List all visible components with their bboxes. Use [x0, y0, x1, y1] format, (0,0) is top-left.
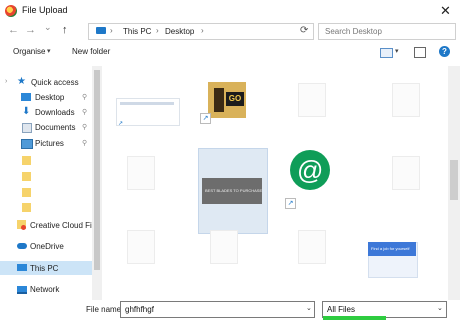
search-placeholder: Search Desktop: [325, 27, 382, 36]
breadcrumb-separator: ›: [156, 26, 159, 35]
main-scrollbar-thumb[interactable]: [450, 160, 458, 200]
highlight-underline: [323, 316, 386, 320]
change-view-icon[interactable]: [380, 48, 393, 58]
pin-icon: ⚲: [82, 124, 88, 131]
sidebar-item-network[interactable]: Network: [30, 285, 59, 294]
thumbnail-banner-caption: Find a job for yourself: [371, 246, 410, 251]
documents-icon: [22, 123, 32, 133]
window-title: File Upload: [22, 5, 68, 15]
thumbnail-caption: BEST BLADES TO PURCHASE: [205, 188, 263, 193]
title-bar: [0, 0, 460, 22]
help-icon[interactable]: ?: [439, 46, 450, 57]
forward-arrow-icon[interactable]: →: [25, 24, 36, 36]
folder-icon[interactable]: [22, 172, 31, 181]
file-document-icon[interactable]: [210, 230, 238, 264]
back-arrow-icon[interactable]: ←: [8, 24, 19, 36]
folder-icon[interactable]: [22, 203, 31, 212]
sidebar-item-pictures[interactable]: Pictures: [35, 139, 64, 148]
expand-arrow-icon[interactable]: ›: [5, 78, 7, 85]
creative-cloud-badge-icon: [21, 225, 26, 230]
file-type-value[interactable]: All Files: [327, 305, 355, 314]
sidebar-item-onedrive[interactable]: OneDrive: [30, 242, 64, 251]
breadcrumb-desktop[interactable]: Desktop: [165, 27, 194, 36]
pin-icon: ⚲: [82, 140, 88, 147]
file-document-icon[interactable]: [392, 156, 420, 190]
recent-locations-dropdown-icon[interactable]: ⌄: [44, 22, 52, 33]
sidebar-scrollbar-thumb[interactable]: [94, 70, 100, 270]
sidebar-item-desktop[interactable]: Desktop: [35, 93, 64, 102]
shortcut-arrow-icon: ↗: [118, 121, 124, 127]
up-arrow-icon[interactable]: ↑: [62, 24, 68, 36]
folder-icon[interactable]: [22, 156, 31, 165]
at-symbol-icon: @: [297, 155, 324, 185]
breadcrumb-this-pc[interactable]: This PC: [123, 27, 151, 36]
downloads-icon: ⬇: [22, 106, 31, 117]
file-document-icon[interactable]: [127, 230, 155, 264]
onedrive-icon: [17, 243, 27, 249]
file-document-icon[interactable]: [392, 83, 420, 117]
star-icon: ★: [17, 76, 26, 87]
refresh-icon[interactable]: ⟳: [300, 25, 308, 36]
chevron-down-icon[interactable]: ⌄: [306, 304, 312, 312]
file-document-icon[interactable]: [298, 230, 326, 264]
pc-icon: [17, 264, 27, 271]
sidebar-item-downloads[interactable]: Downloads: [35, 108, 75, 117]
chevron-down-icon[interactable]: ▾: [395, 47, 399, 55]
breadcrumb-separator: ›: [110, 26, 113, 35]
network-icon: [17, 286, 27, 294]
sidebar-item-this-pc[interactable]: This PC: [30, 264, 58, 273]
file-document-icon[interactable]: [127, 156, 155, 190]
chevron-down-icon[interactable]: ⌄: [437, 304, 443, 312]
breadcrumb-separator: ›: [201, 26, 204, 35]
preview-pane-icon[interactable]: [414, 47, 426, 58]
organise-button[interactable]: Organise: [13, 47, 45, 56]
pc-icon: [96, 27, 106, 34]
folder-icon[interactable]: [22, 188, 31, 197]
sidebar-item-creative-cloud[interactable]: Creative Cloud Fil: [30, 221, 94, 230]
sidebar-item-documents[interactable]: Documents: [35, 123, 75, 132]
file-document-icon[interactable]: [298, 83, 326, 117]
chrome-app-icon: [5, 5, 17, 17]
pin-icon: ⚲: [82, 109, 88, 116]
filename-label: File name:: [86, 305, 124, 314]
pictures-icon: [21, 139, 33, 149]
soldier-silhouette: [214, 88, 224, 112]
pin-icon: ⚲: [82, 94, 88, 101]
chevron-down-icon[interactable]: ▾: [47, 47, 51, 55]
desktop-icon: [21, 93, 31, 101]
new-folder-button[interactable]: New folder: [72, 47, 110, 56]
filename-value[interactable]: ghfhfhgf: [125, 305, 154, 314]
shortcut-arrow-icon: ↗: [285, 198, 296, 209]
close-icon[interactable]: ✕: [440, 3, 451, 19]
shortcut-arrow-icon: ↗: [200, 113, 211, 124]
thumbnail-bar: [120, 102, 174, 105]
game-logo-text: GO: [226, 92, 244, 106]
sidebar-item-quick-access[interactable]: Quick access: [31, 78, 79, 87]
